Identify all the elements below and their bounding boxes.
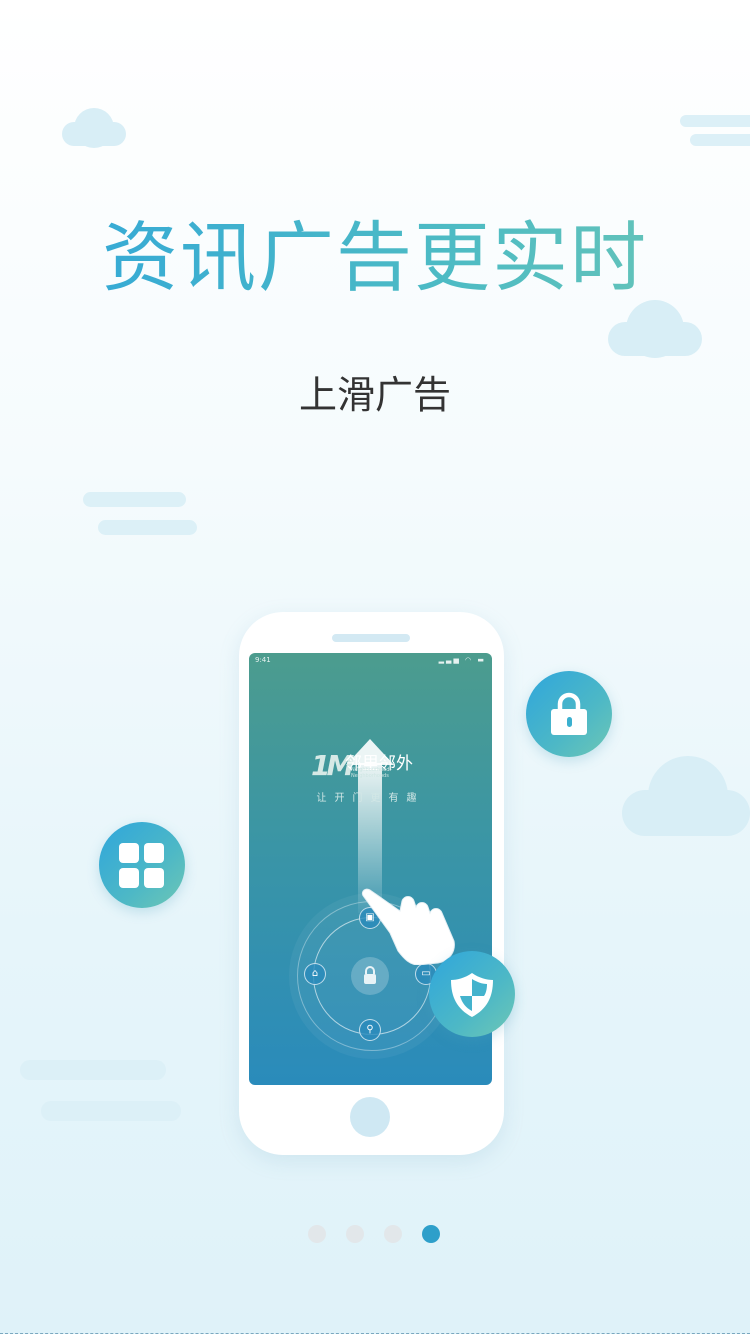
- stripe-decoration: [20, 1060, 166, 1080]
- page-dot-active[interactable]: [422, 1225, 440, 1243]
- status-bar: 9:41 ▂▃▅ ◠ ▬: [255, 655, 486, 667]
- page-subtitle: 上滑广告: [298, 373, 451, 417]
- app-tagline: 让开门更有趣: [316, 793, 425, 804]
- stripe-decoration: [41, 1101, 181, 1121]
- cloud-decoration: [622, 756, 750, 836]
- page-title: 资讯广告更实时: [0, 196, 750, 306]
- status-time: 9:41: [255, 656, 271, 664]
- phone-home-button: [350, 1097, 390, 1137]
- app-logo: 1M 邻里邻外 Neighbourhood · Neighborhoods: [311, 747, 431, 782]
- status-icons: ▂▃▅ ◠ ▬: [438, 656, 486, 664]
- cloud-decoration: [62, 108, 126, 148]
- page-dot[interactable]: [308, 1225, 326, 1243]
- stripe-decoration: [98, 520, 197, 535]
- page-dot[interactable]: [346, 1225, 364, 1243]
- apps-grid-icon: [99, 822, 185, 908]
- key-icon: ⚲: [359, 1019, 381, 1041]
- phone-speaker: [332, 634, 410, 642]
- home-icon: ⌂: [304, 963, 326, 985]
- lock-icon: [526, 671, 612, 757]
- stripe-decoration: [690, 134, 750, 146]
- shield-icon: [429, 951, 515, 1037]
- logo-subtext: Neighbourhood · Neighborhoods: [351, 767, 393, 779]
- stripe-decoration: [680, 115, 750, 127]
- stripe-decoration: [83, 492, 186, 507]
- page-dot[interactable]: [384, 1225, 402, 1243]
- phone-illustration: 9:41 ▂▃▅ ◠ ▬ 1M 邻里邻外 Neighbourhood · Nei…: [239, 612, 504, 1155]
- page-indicator: [308, 1225, 448, 1245]
- cloud-decoration: [608, 300, 702, 358]
